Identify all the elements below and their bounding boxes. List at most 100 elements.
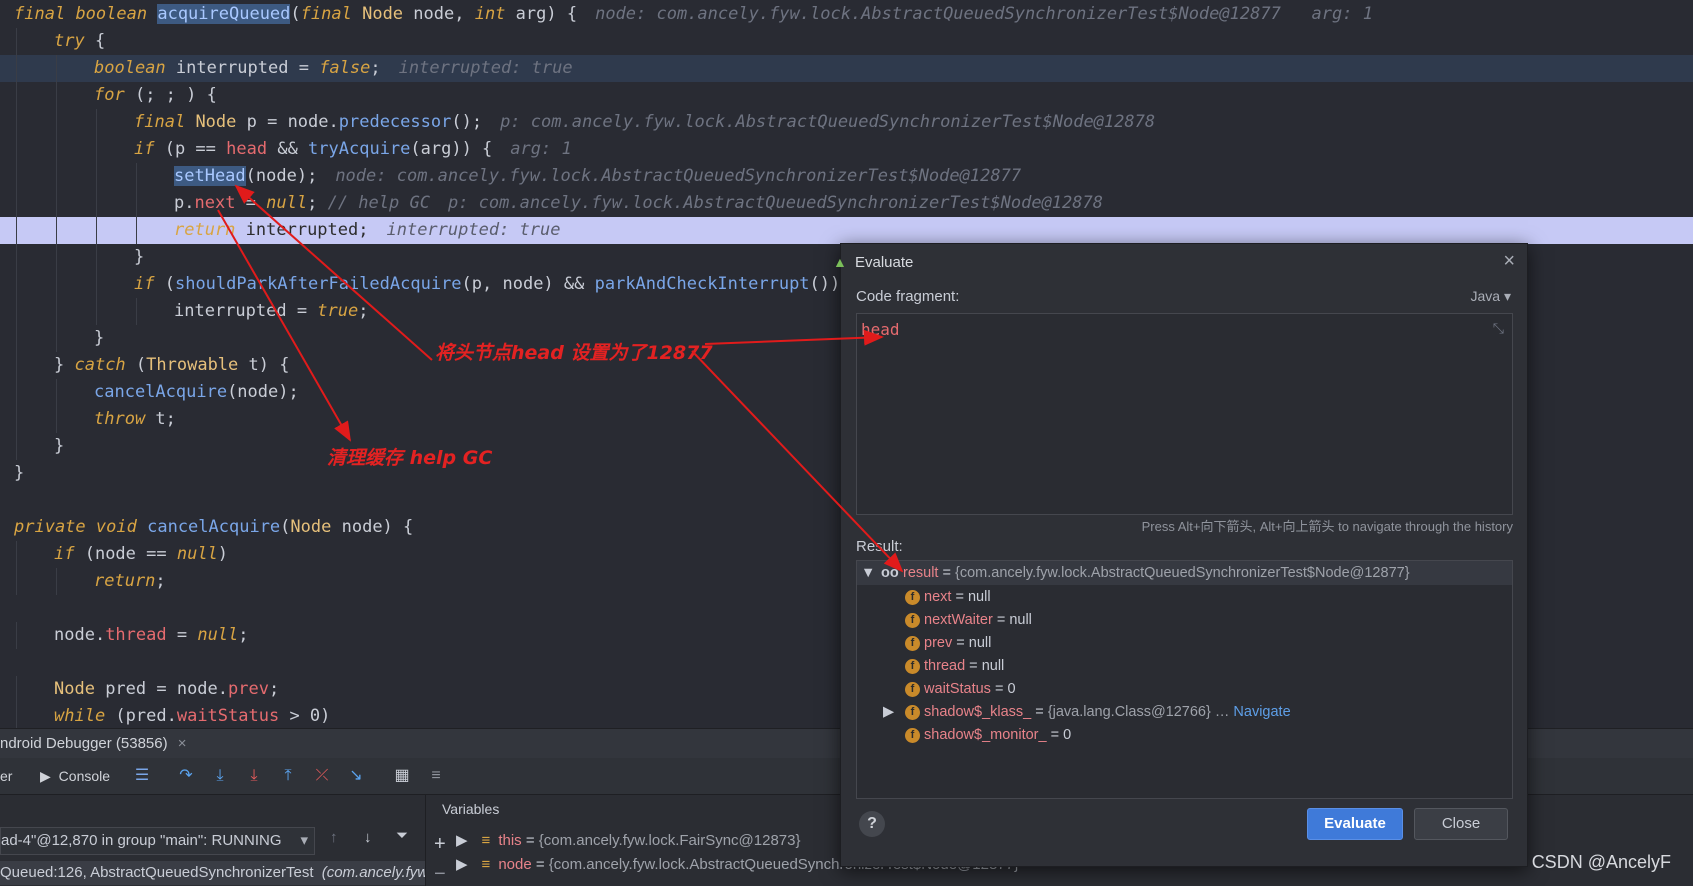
indent-guide [56,109,57,136]
result-field-row[interactable]: f waitStatus = 0 [857,677,1512,701]
code-token: if [54,544,75,564]
language-selector[interactable]: Java ▾ [1471,288,1512,305]
code-token: ; [238,625,249,645]
inline-debug-value: p: com.ancely.fyw.lock.AbstractQueuedSyn… [500,112,1156,132]
indent-guide [96,271,97,298]
filter-icon[interactable]: ⏷ [396,827,408,844]
code-text: cancelAcquire(node); [94,379,299,406]
evaluate-expression-icon[interactable]: ▦ [392,766,412,786]
thread-selector[interactable]: ad-4"@12,870 in group "main": RUNNING ▾ [0,827,315,855]
code-text: return interrupted; interrupted: true [174,217,560,244]
expand-triangle-icon[interactable]: ▶ [456,832,468,849]
result-field-row[interactable]: f prev = null [857,631,1512,655]
drop-frame-icon[interactable]: ⤫ [312,766,332,786]
field-name: shadow$_monitor_ [924,727,1047,743]
code-token: cancelAcquire [147,517,281,537]
code-token: interrupted = [165,58,320,78]
code-token: predecessor [338,112,452,132]
indent-guide [56,136,57,163]
code-token: ( [280,517,291,537]
result-value: {com.ancely.fyw.lock.AbstractQueuedSynch… [955,565,1410,581]
code-token: (pred. [105,706,177,726]
expand-triangle-icon[interactable]: ▶ [883,700,894,724]
trace-icon[interactable]: ≡ [426,766,446,786]
code-token: void [95,517,137,537]
code-token: final [134,112,186,132]
indent-guide [96,109,97,136]
help-button[interactable]: ? [859,811,885,837]
code-token: if [134,274,155,294]
indent-guide [16,298,17,325]
dialog-title: Evaluate [855,254,914,271]
annotation-set-head: 将头节点head 设置为了12877 [435,342,713,364]
code-token: if [134,139,155,159]
field-icon: f [905,704,920,720]
indent-guide [56,244,57,271]
close-button[interactable]: Close [1414,808,1508,840]
console-tab[interactable]: ▶ Console [40,768,110,785]
code-text: boolean interrupted = false; interrupted:… [94,55,573,82]
code-fragment-text: head [861,320,900,339]
code-line[interactable]: return interrupted; interrupted: true [0,217,1693,244]
code-line[interactable]: boolean interrupted = false; interrupted:… [0,55,1693,82]
result-tree[interactable]: ▼ oo result = {com.ancely.fyw.lock.Abstr… [856,560,1513,799]
code-line[interactable]: for (; ; ) { [0,82,1693,109]
code-token: null [197,625,239,645]
indent-guide [56,55,57,82]
step-out-icon[interactable]: ⤒ [278,766,298,786]
expand-triangle-icon[interactable]: ▶ [456,856,468,873]
indent-guide [96,136,97,163]
frames-list-icon[interactable]: ☰ [132,766,152,786]
step-into-icon[interactable]: ⤓ [210,766,230,786]
code-fragment-editor[interactable]: head ⤡ [856,313,1513,515]
arrow-up-icon[interactable]: ↑ [330,829,338,846]
field-value: null [968,635,992,651]
variable-row[interactable]: ▶ ≡ this = {com.ancely.fyw.lock.FairSync@1… [456,829,801,853]
code-line[interactable]: final Node p = node.predecessor(); p: com… [0,109,1693,136]
evaluate-button[interactable]: Evaluate [1307,808,1403,840]
collapse-icon[interactable]: ⤡ [1493,320,1504,337]
debugger-tab[interactable]: ndroid Debugger (53856) × [0,735,187,752]
code-line[interactable]: final boolean acquireQueued(final Node n… [0,1,1693,28]
inline-debug-value: p: com.ancely.fyw.lock.AbstractQueuedSyn… [447,193,1103,213]
annotation-help-gc: 清理缓存 help GC [327,447,493,469]
stack-frame-row[interactable]: Queued:126, AbstractQueuedSynchronizerTe… [0,861,425,885]
field-icon: f [905,681,920,697]
code-line[interactable]: if (p == head && tryAcquire(arg)) {arg: … [0,136,1693,163]
debugger-tab-stub[interactable]: er [0,768,12,784]
code-line[interactable]: p.next = null; // help GC p: com.ancely.f… [0,190,1693,217]
watch-glasses-icon: oo [881,565,899,581]
remove-watch-icon[interactable]: − [434,863,446,886]
close-icon[interactable]: × [1503,250,1515,273]
result-root-row[interactable]: ▼ oo result = {com.ancely.fyw.lock.Abstr… [857,561,1512,585]
field-value: null [1009,612,1032,628]
code-token: try [54,31,85,51]
code-token: pred = node. [94,679,229,699]
code-text: throw t; [94,406,176,433]
code-token: throw [94,409,146,429]
code-text: } [94,325,104,352]
indent-guide [96,190,97,217]
result-field-row[interactable]: f next = null [857,585,1512,609]
expanded-triangle-icon[interactable]: ▼ [861,561,875,585]
arrow-down-icon[interactable]: ↓ [364,829,372,846]
result-field-row[interactable]: ▶ f shadow$_klass_ = {java.lang.Class@127… [857,700,1512,724]
indent-guide [16,244,17,271]
force-step-into-icon[interactable]: ⤓ [244,766,264,786]
indent-guide [56,406,57,433]
debugger-tab-label: ndroid Debugger (53856) [0,735,168,752]
indent-guide [56,190,57,217]
code-token: = [235,193,267,213]
close-icon[interactable]: × [178,735,187,752]
result-field-row[interactable]: f shadow$_monitor_ = 0 [857,723,1512,747]
result-field-row[interactable]: f nextWaiter = null [857,608,1512,632]
result-field-row[interactable]: f thread = null [857,654,1512,678]
code-line[interactable]: setHead(node); node: com.ancely.fyw.lock.… [0,163,1693,190]
add-watch-icon[interactable]: + [434,833,446,856]
code-line[interactable]: try { [0,28,1693,55]
run-to-cursor-icon[interactable]: ↘ [346,766,366,786]
indent-guide [56,271,57,298]
step-over-icon[interactable]: ↷ [176,766,196,786]
navigate-link[interactable]: Navigate [1233,704,1290,720]
